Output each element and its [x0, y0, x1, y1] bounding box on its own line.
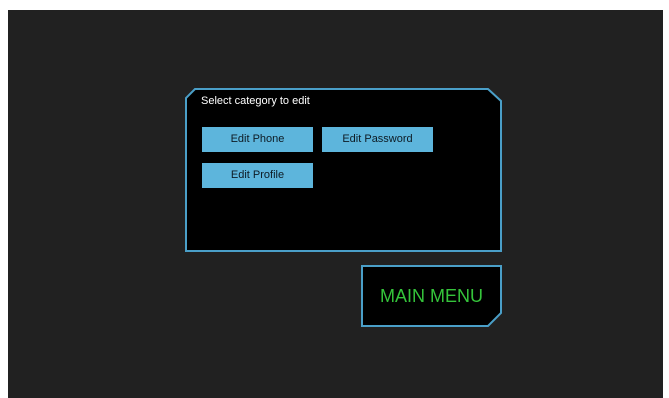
edit-profile-button[interactable]: Edit Profile	[202, 163, 313, 188]
edit-phone-button[interactable]: Edit Phone	[202, 127, 313, 152]
main-menu-button[interactable]: MAIN MENU	[361, 265, 502, 327]
panel-title: Select category to edit	[201, 95, 310, 107]
edit-password-button[interactable]: Edit Password	[322, 127, 433, 152]
category-panel: Select category to edit Edit Phone Edit …	[185, 88, 502, 252]
app-screen: Select category to edit Edit Phone Edit …	[8, 10, 663, 398]
main-menu-label: MAIN MENU	[380, 286, 483, 306]
